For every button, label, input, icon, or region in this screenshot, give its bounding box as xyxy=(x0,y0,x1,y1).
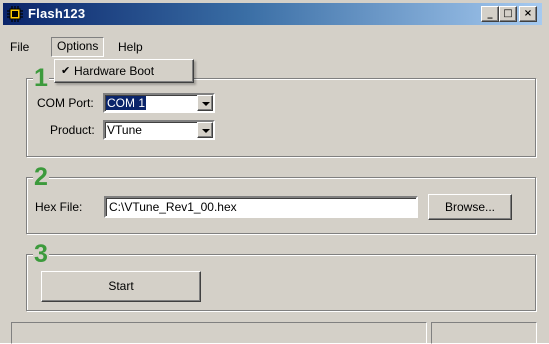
product-label: Product: xyxy=(50,123,95,137)
step1-number: 1 xyxy=(33,64,49,92)
chevron-down-icon xyxy=(202,129,210,133)
hex-file-input[interactable]: C:\VTune_Rev1_00.hex xyxy=(104,196,418,218)
menu-options[interactable]: Options xyxy=(51,37,105,57)
chip-icon xyxy=(7,6,23,22)
product-select[interactable]: VTune xyxy=(103,120,215,140)
status-pane-secondary xyxy=(431,322,537,344)
menu-bar: File Options Help xyxy=(3,37,542,57)
menu-item-hardware-boot[interactable]: ✔ Hardware Boot xyxy=(57,62,191,80)
product-value: VTune xyxy=(107,123,142,137)
step2-number: 2 xyxy=(33,163,49,191)
window-title: Flash123 xyxy=(28,6,86,21)
com-port-value: COM 1 xyxy=(106,96,147,110)
step3-group: 3 Start xyxy=(26,242,536,311)
status-pane-main xyxy=(11,322,427,344)
maximize-icon: □ xyxy=(503,8,513,19)
hex-file-label: Hex File: xyxy=(35,200,83,214)
product-dropdown-button[interactable] xyxy=(197,122,213,138)
step1-group: 1 COM Port: COM 1 Product: VTune xyxy=(26,66,536,157)
com-port-dropdown-button[interactable] xyxy=(197,95,213,111)
browse-button[interactable]: Browse... xyxy=(428,194,512,220)
com-port-label: COM Port: xyxy=(37,96,94,110)
app-window: Flash123 _ □ × File Options Help ✔ Hardw… xyxy=(0,0,549,344)
options-dropdown: ✔ Hardware Boot xyxy=(54,59,194,83)
start-button[interactable]: Start xyxy=(41,271,201,302)
hardware-boot-label: Hardware Boot xyxy=(74,64,155,78)
minimize-button[interactable]: _ xyxy=(481,6,499,22)
step3-number: 3 xyxy=(33,240,49,268)
maximize-button[interactable]: □ xyxy=(499,6,517,22)
title-bar[interactable]: Flash123 _ □ × xyxy=(3,3,542,25)
chevron-down-icon xyxy=(202,102,210,106)
com-port-select[interactable]: COM 1 xyxy=(103,93,215,113)
step2-group: 2 Hex File: C:\VTune_Rev1_00.hex Browse.… xyxy=(26,165,536,234)
menu-file[interactable]: File xyxy=(5,38,34,56)
check-icon: ✔ xyxy=(61,65,71,77)
minimize-icon: _ xyxy=(487,8,493,19)
close-button[interactable]: × xyxy=(519,6,537,22)
menu-help[interactable]: Help xyxy=(113,38,148,56)
close-icon: × xyxy=(523,8,533,19)
